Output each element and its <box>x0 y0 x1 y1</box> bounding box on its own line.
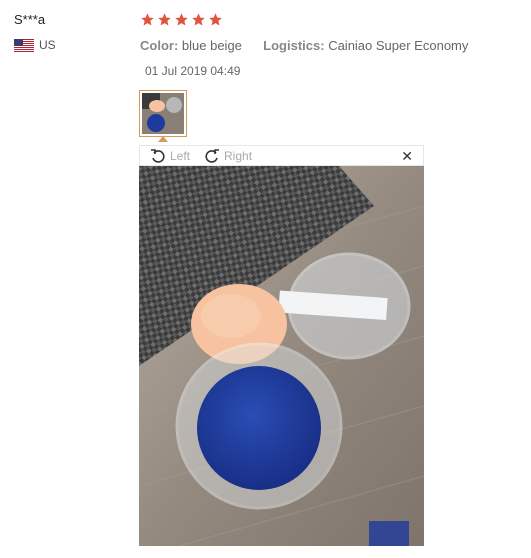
rotate-right-button[interactable]: Right <box>204 148 252 164</box>
review-details: Color: blue beige Logistics: Cainiao Sup… <box>140 38 468 53</box>
review-date: 01 Jul 2019 04:49 <box>145 64 241 78</box>
thumbnail-image <box>142 93 184 134</box>
star-icon <box>175 13 188 26</box>
rotate-right-icon <box>205 148 220 163</box>
logistics-label: Logistics: <box>263 38 325 53</box>
rotate-right-label: Right <box>224 148 253 163</box>
image-viewer-toolbar: Left Right ✕ <box>139 145 424 166</box>
country-code: US <box>39 38 56 52</box>
rotate-left-button[interactable]: Left <box>150 148 190 164</box>
reviewer-country: US <box>14 38 56 52</box>
us-flag-icon <box>14 38 34 52</box>
logistics-value: Cainiao Super Economy <box>328 38 469 53</box>
star-icon <box>192 13 205 26</box>
thumbnail-pointer <box>158 136 168 142</box>
photo-thumbnail[interactable] <box>139 90 187 137</box>
rotate-left-label: Left <box>170 148 191 163</box>
reviewer-name: S***a <box>14 12 46 27</box>
close-viewer-button[interactable]: ✕ <box>401 148 413 165</box>
star-icon <box>158 13 171 26</box>
star-icon <box>209 13 222 26</box>
rotate-left-icon <box>151 148 165 163</box>
review-photo <box>139 166 424 546</box>
color-value: blue beige <box>181 38 242 53</box>
star-rating <box>140 12 223 27</box>
color-label: Color: <box>140 38 179 53</box>
star-icon <box>141 13 154 26</box>
